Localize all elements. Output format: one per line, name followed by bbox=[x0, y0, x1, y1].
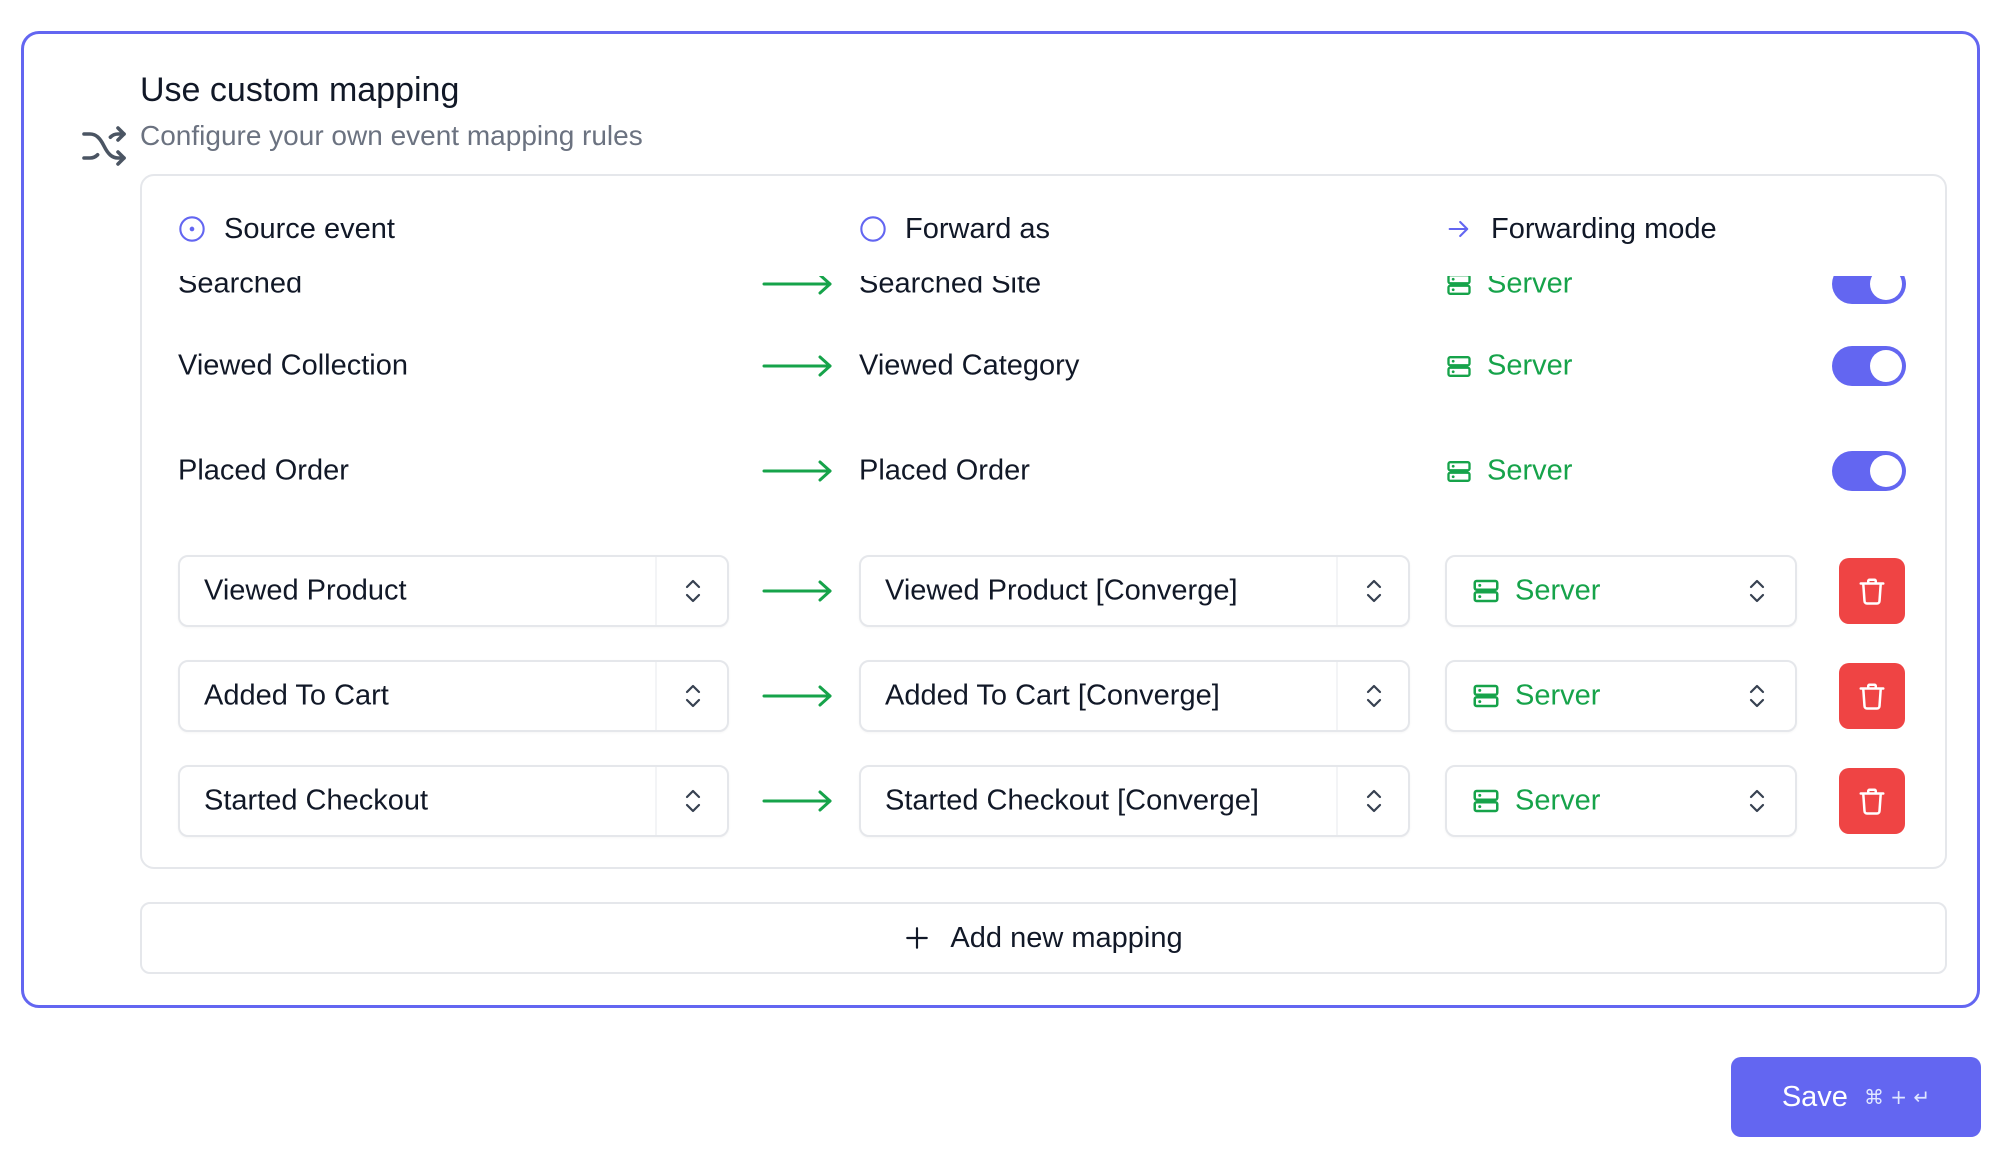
add-new-mapping-label: Add new mapping bbox=[950, 921, 1183, 954]
toggle-knob bbox=[1870, 455, 1902, 487]
forwarding-mode-label: Server bbox=[1487, 276, 1573, 300]
mapping-row-editable: Viewed Product Viewed Product [Converge]… bbox=[142, 555, 1945, 627]
delete-mapping-button[interactable] bbox=[1839, 768, 1905, 834]
trash-icon bbox=[1857, 681, 1887, 711]
column-header-mode-label: Forwarding mode bbox=[1491, 212, 1717, 245]
server-icon bbox=[1445, 352, 1473, 380]
column-header-source-label: Source event bbox=[224, 212, 395, 245]
forward-as-select[interactable]: Started Checkout [Converge] bbox=[859, 765, 1410, 837]
save-button[interactable]: Save ⌘ + ↵ bbox=[1731, 1057, 1981, 1137]
mapping-row-static: Searched Searched Site Server bbox=[142, 276, 1945, 319]
enabled-toggle[interactable] bbox=[1832, 276, 1906, 304]
arrow-right-icon bbox=[1448, 220, 1469, 238]
forwarding-mode-value: Server bbox=[1515, 679, 1601, 712]
enabled-toggle[interactable] bbox=[1832, 346, 1906, 386]
mapping-row-static: Placed Order Placed Order Server bbox=[142, 436, 1945, 506]
forwarding-mode-label: Server bbox=[1487, 454, 1573, 487]
save-button-label: Save bbox=[1781, 1080, 1848, 1113]
mapping-row-static: Viewed Collection Viewed Category Server bbox=[142, 331, 1945, 401]
shuffle-icon bbox=[82, 126, 126, 166]
circle-icon bbox=[860, 216, 886, 242]
column-header-mode: Forwarding mode bbox=[1445, 209, 1717, 249]
chevron-up-down-icon bbox=[1745, 682, 1769, 710]
add-new-mapping-button[interactable]: Add new mapping bbox=[140, 902, 1947, 974]
custom-mapping-card: Use custom mapping Configure your own ev… bbox=[21, 31, 1980, 1008]
arrow-right-icon bbox=[762, 276, 834, 296]
chevron-up-down-icon bbox=[681, 787, 705, 815]
delete-mapping-button[interactable] bbox=[1839, 663, 1905, 729]
forwarding-mode-value: Server bbox=[1515, 574, 1601, 607]
trash-icon bbox=[1857, 786, 1887, 816]
forwarding-mode: Server bbox=[1445, 350, 1572, 383]
mapping-rows: Searched Searched Site Server Viewed Col… bbox=[142, 276, 1945, 867]
source-event-value: Viewed Product bbox=[204, 574, 407, 607]
forwarding-mode: Server bbox=[1445, 455, 1572, 488]
source-event-value: Added To Cart bbox=[204, 679, 389, 712]
source-event-select[interactable]: Added To Cart bbox=[178, 660, 729, 732]
server-icon bbox=[1471, 576, 1501, 606]
server-icon bbox=[1445, 457, 1473, 485]
panel-title: Use custom mapping bbox=[140, 71, 460, 109]
source-event-select[interactable]: Viewed Product bbox=[178, 555, 729, 627]
forward-as-text: Searched Site bbox=[859, 276, 1042, 300]
forward-as-select[interactable]: Added To Cart [Converge] bbox=[859, 660, 1410, 732]
chevron-up-down-icon bbox=[1362, 577, 1386, 605]
server-icon bbox=[1471, 786, 1501, 816]
delete-mapping-button[interactable] bbox=[1839, 558, 1905, 624]
server-icon bbox=[1445, 276, 1473, 298]
column-header-forward: Forward as bbox=[859, 209, 1050, 249]
forwarding-mode-select[interactable]: Server bbox=[1445, 765, 1797, 837]
panel-subtitle: Configure your own event mapping rules bbox=[140, 120, 643, 151]
source-event-text: Viewed Collection bbox=[178, 349, 408, 382]
chevron-up-down-icon bbox=[1745, 577, 1769, 605]
chevron-up-down-icon bbox=[681, 577, 705, 605]
server-icon bbox=[1471, 681, 1501, 711]
forward-as-value: Added To Cart [Converge] bbox=[885, 679, 1220, 712]
forward-as-value: Started Checkout [Converge] bbox=[885, 784, 1259, 817]
plus-icon bbox=[906, 927, 929, 949]
toggle-knob bbox=[1870, 350, 1902, 382]
forwarding-mode-select[interactable]: Server bbox=[1445, 660, 1797, 732]
enabled-toggle[interactable] bbox=[1832, 451, 1906, 491]
forward-as-value: Viewed Product [Converge] bbox=[885, 574, 1238, 607]
forward-as-text: Viewed Category bbox=[859, 349, 1080, 382]
arrow-right-icon bbox=[762, 459, 834, 483]
chevron-up-down-icon bbox=[681, 682, 705, 710]
source-event-text: Searched bbox=[178, 276, 303, 300]
chevron-up-down-icon bbox=[1362, 682, 1386, 710]
mapping-row-editable: Started Checkout Started Checkout [Conve… bbox=[142, 765, 1945, 837]
source-event-select[interactable]: Started Checkout bbox=[178, 765, 729, 837]
forwarding-mode-label: Server bbox=[1487, 349, 1573, 382]
forward-as-text: Placed Order bbox=[859, 454, 1030, 487]
chevron-up-down-icon bbox=[1362, 787, 1386, 815]
mapping-row-editable: Added To Cart Added To Cart [Converge] S… bbox=[142, 660, 1945, 732]
forwarding-mode-select[interactable]: Server bbox=[1445, 555, 1797, 627]
chevron-up-down-icon bbox=[1745, 787, 1769, 815]
source-event-text: Placed Order bbox=[178, 454, 349, 487]
save-shortcut-hint: ⌘ + ↵ bbox=[1863, 1085, 1931, 1109]
arrow-right-icon bbox=[762, 354, 834, 378]
arrow-right-icon bbox=[762, 789, 834, 813]
trash-icon bbox=[1857, 576, 1887, 606]
forwarding-mode: Server bbox=[1445, 276, 1572, 301]
arrow-right-icon bbox=[762, 684, 834, 708]
source-event-value: Started Checkout bbox=[204, 784, 429, 817]
arrow-right-icon bbox=[762, 579, 834, 603]
column-header-source: Source event bbox=[178, 209, 395, 249]
target-icon bbox=[179, 216, 205, 242]
mapping-table: Source event Forward as Forwarding mode … bbox=[140, 174, 1947, 869]
column-header-forward-label: Forward as bbox=[905, 212, 1051, 245]
toggle-knob bbox=[1870, 276, 1902, 300]
forward-as-select[interactable]: Viewed Product [Converge] bbox=[859, 555, 1410, 627]
forwarding-mode-value: Server bbox=[1515, 784, 1601, 817]
